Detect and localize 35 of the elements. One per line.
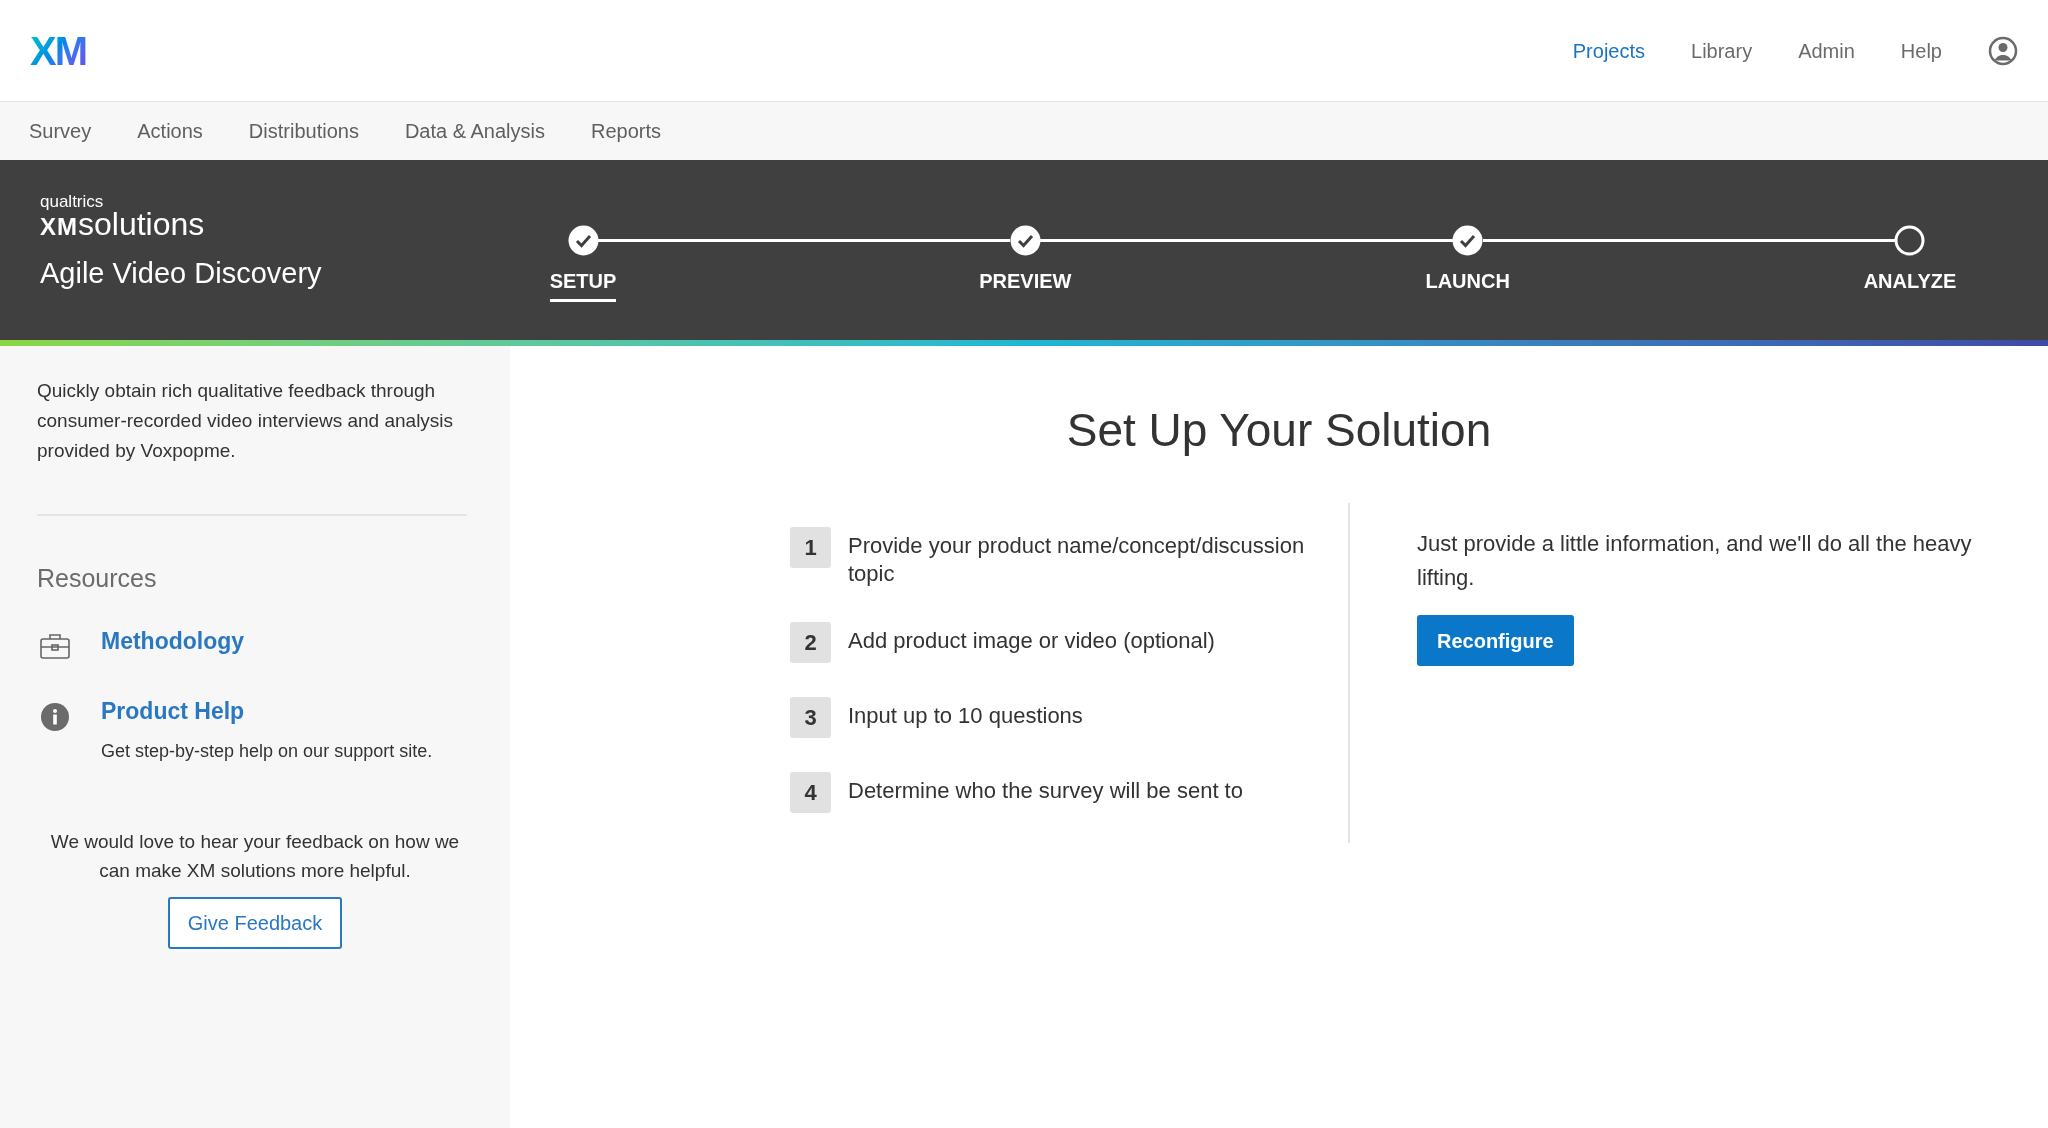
briefcase-icon [39, 631, 71, 660]
step-number: 2 [790, 622, 831, 663]
step-text: Provide your product name/concept/discussion topic [848, 532, 1306, 588]
section-tab[interactable]: Actions [137, 116, 203, 146]
info-icon [40, 701, 70, 732]
reconfigure-button[interactable]: Reconfigure [1417, 615, 1574, 666]
solution-description: Quickly obtain rich qualitative feedback through consumer-recorded video interviews and analysis provided by Voxpopme. [37, 379, 455, 463]
step-number: 3 [790, 697, 831, 738]
step-text: Determine who the survey will be sent to [848, 777, 1244, 805]
step-text: Add product image or video (optional) [848, 627, 1216, 655]
resource-link[interactable]: Product Help [101, 693, 433, 728]
info-text: Just provide a little information, and we'll do all the heavy lifting. [1417, 530, 1973, 592]
section-tab[interactable]: Reports [590, 116, 661, 146]
qualtrics-xm-solutions-logo: qualtrics XMsolutions [40, 193, 206, 240]
give-feedback-button[interactable]: Give Feedback [167, 897, 343, 949]
progress-step[interactable]: SETUP [549, 266, 617, 302]
nav-link[interactable]: Library [1691, 35, 1753, 66]
feedback-prompt: We would love to hear your feedback on how we can make XM solutions more helpful. [49, 830, 461, 883]
nav-link[interactable]: Admin [1798, 35, 1855, 66]
resource-description: Get step-by-step help on our support site. [101, 740, 433, 763]
step-number: 1 [790, 527, 831, 568]
section-tab[interactable]: Data & Analysis [404, 116, 545, 146]
progress-step[interactable]: ANALYZE [1863, 266, 1957, 302]
progress-step[interactable]: LAUNCH [1425, 266, 1510, 302]
user-account-icon[interactable] [1988, 35, 2018, 66]
progress-step[interactable]: PREVIEW [979, 266, 1072, 302]
section-tab[interactable]: Distributions [248, 116, 359, 146]
page-title: Set Up Your Solution [1066, 403, 1492, 458]
step-text: Input up to 10 questions [848, 702, 1084, 730]
nav-link[interactable]: Projects [1572, 35, 1645, 66]
step-number: 4 [790, 772, 831, 813]
resource-link[interactable]: Methodology [101, 623, 245, 658]
section-tab[interactable]: Survey [29, 116, 92, 146]
resources-heading: Resources [37, 563, 158, 594]
nav-link[interactable]: Help [1900, 35, 1942, 66]
